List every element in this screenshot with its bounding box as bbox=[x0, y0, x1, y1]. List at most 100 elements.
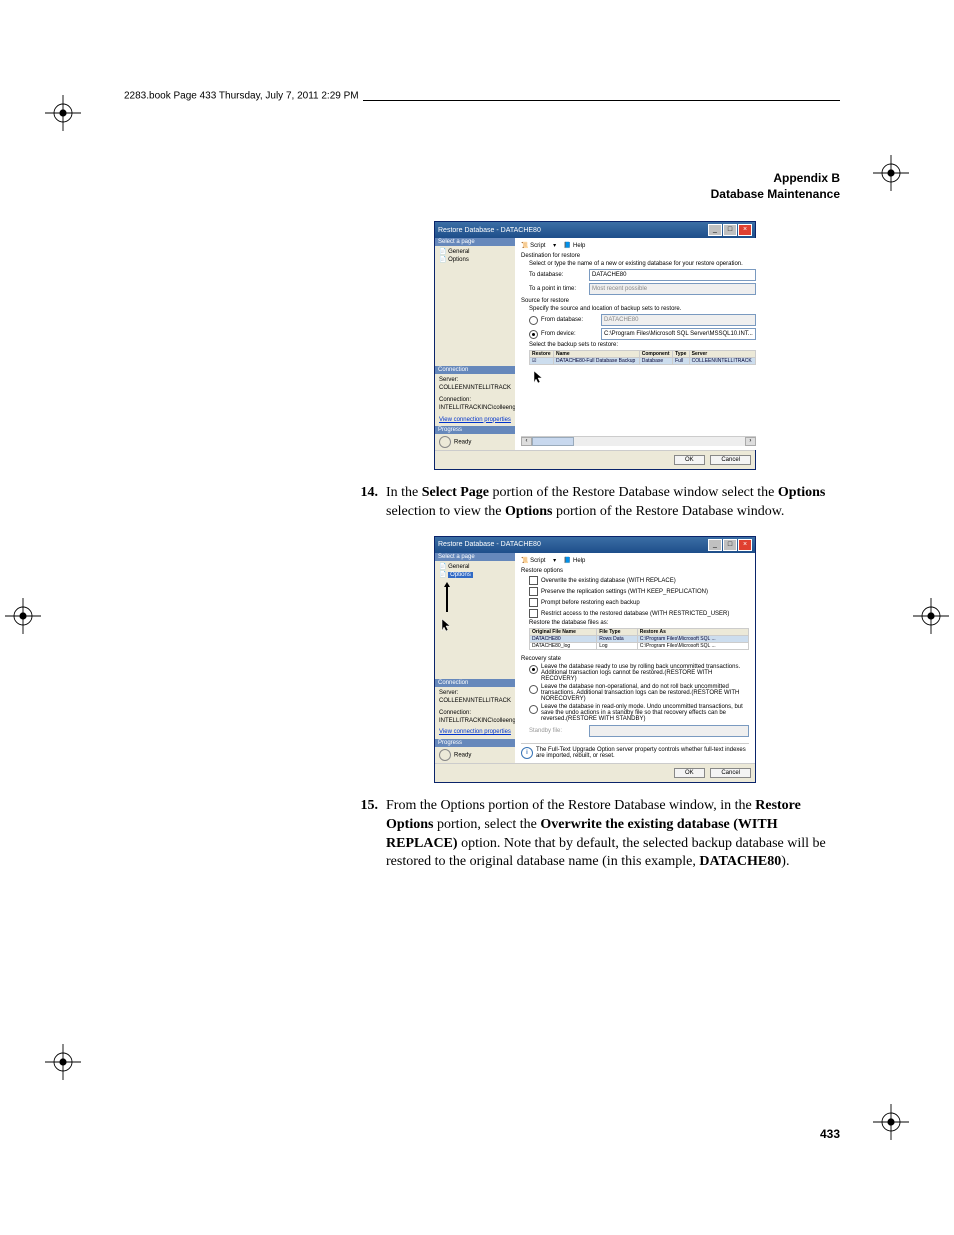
step-15: 15. From the Options portion of the Rest… bbox=[350, 797, 840, 873]
progress-ready: Ready bbox=[454, 440, 471, 446]
minimize-button[interactable]: _ bbox=[708, 539, 722, 551]
restore-files-label: Restore the database files as: bbox=[529, 620, 749, 626]
running-head-line2: Database Maintenance bbox=[711, 187, 840, 203]
page-number: 433 bbox=[820, 1127, 840, 1141]
page-general-item[interactable]: 📄 General bbox=[439, 563, 511, 571]
running-head-line1: Appendix B bbox=[711, 171, 840, 187]
connection-label: Connection: bbox=[439, 396, 511, 404]
window-titlebar[interactable]: Restore Database - DATACHE80 _ □ × bbox=[435, 222, 755, 238]
script-menu[interactable]: 📜 Script ▾ bbox=[521, 243, 556, 249]
view-connection-link[interactable]: View connection properties bbox=[439, 728, 511, 736]
server-value: COLLEEN\INTELLITRACK bbox=[439, 384, 511, 392]
minimize-button[interactable]: _ bbox=[708, 224, 722, 236]
from-database-label: From database: bbox=[541, 317, 601, 323]
recovery-radio-1[interactable] bbox=[529, 665, 538, 674]
registration-mark-icon bbox=[873, 155, 909, 191]
backup-sets-label: Select the backup sets to restore: bbox=[529, 342, 756, 348]
table-row[interactable]: DATACHE80 Rows Data C:\Program Files\Mic… bbox=[530, 635, 749, 642]
destination-header: Destination for restore bbox=[521, 253, 756, 259]
horizontal-scrollbar[interactable]: ‹ › bbox=[521, 436, 756, 446]
help-menu[interactable]: 📘 Help bbox=[564, 243, 591, 249]
destination-note: Select or type the name of a new or exis… bbox=[529, 261, 756, 267]
from-device-field[interactable]: C:\Program Files\Microsoft SQL Server\MS… bbox=[601, 328, 756, 340]
col-original-file: Original File Name bbox=[530, 628, 597, 635]
source-note: Specify the source and location of backu… bbox=[529, 306, 756, 312]
from-device-radio[interactable] bbox=[529, 330, 538, 339]
to-point-label: To a point in time: bbox=[529, 286, 589, 292]
page-options-item[interactable]: 📄 Options bbox=[439, 256, 511, 264]
info-icon: i bbox=[521, 747, 533, 759]
window-title: Restore Database - DATACHE80 bbox=[438, 541, 541, 548]
col-server: Server bbox=[689, 351, 755, 358]
window-titlebar[interactable]: Restore Database - DATACHE80 _ □ × bbox=[435, 537, 755, 553]
server-value: COLLEEN\INTELLITRACK bbox=[439, 697, 511, 705]
page-general-item[interactable]: 📄 General bbox=[439, 248, 511, 256]
from-database-radio[interactable] bbox=[529, 316, 538, 325]
connection-header: Connection bbox=[435, 366, 515, 374]
restore-files-grid[interactable]: Original File Name File Type Restore As … bbox=[529, 628, 749, 650]
scroll-left-arrow[interactable]: ‹ bbox=[521, 437, 532, 446]
registration-mark-icon bbox=[45, 95, 81, 131]
figure-restore-db-general: Restore Database - DATACHE80 _ □ × Selec… bbox=[434, 221, 756, 470]
figure-restore-db-options: Restore Database - DATACHE80 _ □ × Selec… bbox=[434, 536, 756, 783]
prompt-checkbox[interactable] bbox=[529, 598, 538, 607]
cancel-button[interactable]: Cancel bbox=[710, 768, 751, 778]
help-menu[interactable]: 📘 Help bbox=[564, 558, 591, 564]
cancel-button[interactable]: Cancel bbox=[710, 455, 751, 465]
connection-value: INTELLITRACKINC\colleeng bbox=[439, 404, 511, 412]
server-label: Server: bbox=[439, 376, 511, 384]
step-number: 15. bbox=[350, 797, 386, 873]
ok-button[interactable]: OK bbox=[674, 455, 705, 465]
progress-icon bbox=[439, 436, 451, 448]
page-options-item[interactable]: 📄 Options bbox=[439, 571, 511, 579]
from-device-label: From device: bbox=[541, 331, 601, 337]
fulltext-note: The Full-Text Upgrade Option server prop… bbox=[536, 747, 749, 759]
recovery-radio-3[interactable] bbox=[529, 705, 538, 714]
col-restore: Restore bbox=[530, 351, 554, 358]
maximize-button[interactable]: □ bbox=[723, 539, 737, 551]
overwrite-checkbox[interactable] bbox=[529, 576, 538, 585]
to-database-field[interactable]: DATACHE80 bbox=[589, 269, 756, 281]
table-row[interactable]: ☑ DATACHE80-Full Database Backup Databas… bbox=[530, 358, 756, 365]
step-number: 14. bbox=[350, 484, 386, 522]
col-component: Component bbox=[639, 351, 672, 358]
step-14: 14. In the Select Page portion of the Re… bbox=[350, 484, 840, 522]
progress-header: Progress bbox=[435, 426, 515, 434]
registration-mark-icon bbox=[873, 1104, 909, 1140]
close-button[interactable]: × bbox=[738, 224, 752, 236]
recovery-radio-2[interactable] bbox=[529, 685, 538, 694]
to-point-field[interactable]: Most recent possible bbox=[589, 283, 756, 295]
standby-label: Standby file: bbox=[529, 728, 589, 734]
script-menu[interactable]: 📜 Script ▾ bbox=[521, 558, 556, 564]
table-row[interactable]: DATACHE80_log Log C:\Program Files\Micro… bbox=[530, 642, 749, 649]
scroll-right-arrow[interactable]: › bbox=[745, 437, 756, 446]
cursor-pointer-icon bbox=[441, 618, 453, 635]
dialog-toolbar: 📜 Script ▾ 📘 Help bbox=[521, 242, 756, 249]
connection-header: Connection bbox=[435, 679, 515, 687]
connection-label: Connection: bbox=[439, 709, 511, 717]
col-restore-as: Restore As bbox=[637, 628, 748, 635]
registration-mark-icon bbox=[45, 1044, 81, 1080]
registration-mark-icon bbox=[913, 598, 949, 634]
dialog-toolbar: 📜 Script ▾ 📘 Help bbox=[521, 557, 749, 564]
close-button[interactable]: × bbox=[738, 539, 752, 551]
col-name: Name bbox=[554, 351, 640, 358]
backup-sets-grid[interactable]: Restore Name Component Type Server ☑ DAT… bbox=[529, 350, 756, 365]
running-head: Appendix B Database Maintenance bbox=[711, 171, 840, 202]
standby-field bbox=[589, 725, 749, 737]
maximize-button[interactable]: □ bbox=[723, 224, 737, 236]
ok-button[interactable]: OK bbox=[674, 768, 705, 778]
connection-value: INTELLITRACKINC\colleeng bbox=[439, 717, 511, 725]
restrict-checkbox[interactable] bbox=[529, 609, 538, 618]
select-page-header: Select a page bbox=[435, 553, 515, 561]
view-connection-link[interactable]: View connection properties bbox=[439, 416, 511, 424]
progress-header: Progress bbox=[435, 739, 515, 747]
callout-arrow-icon bbox=[443, 582, 511, 615]
server-label: Server: bbox=[439, 689, 511, 697]
book-header: 2283.book Page 433 Thursday, July 7, 201… bbox=[120, 91, 363, 102]
source-header: Source for restore bbox=[521, 298, 756, 304]
preserve-checkbox[interactable] bbox=[529, 587, 538, 596]
to-database-label: To database: bbox=[529, 272, 589, 278]
from-database-field: DATACHE80 bbox=[601, 314, 756, 326]
scroll-thumb[interactable] bbox=[532, 437, 574, 446]
